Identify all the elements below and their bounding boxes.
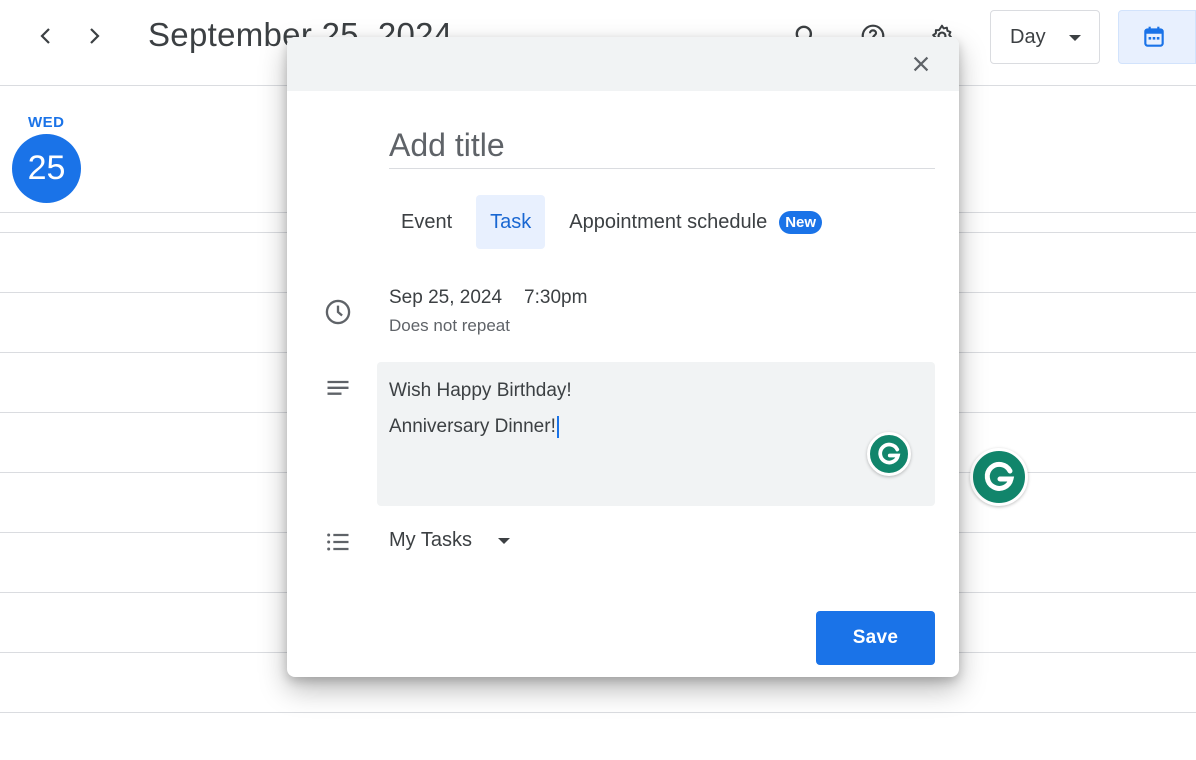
tab-appointment-schedule[interactable]: Appointment schedule New <box>555 195 836 249</box>
next-day-button[interactable] <box>74 16 114 56</box>
chevron-left-icon <box>40 28 50 44</box>
caret-down-icon <box>497 537 510 544</box>
tab-event[interactable]: Event <box>387 195 466 249</box>
description-line-with-cursor: Anniversary Dinner! <box>389 414 923 450</box>
tab-appointment-schedule-label: Appointment schedule <box>569 210 768 233</box>
dialog-drag-header[interactable] <box>287 37 959 91</box>
grammarly-icon <box>984 461 1015 491</box>
chevron-right-icon <box>90 28 100 44</box>
calendar-icon <box>1144 26 1164 47</box>
day-of-week: WED <box>28 114 65 131</box>
tab-task[interactable]: Task <box>476 195 546 249</box>
grammarly-inline-button[interactable] <box>867 432 911 476</box>
task-list-selector[interactable]: My Tasks <box>389 529 510 552</box>
text-cursor <box>556 415 559 438</box>
new-badge: New <box>779 210 823 234</box>
caret-down-icon <box>1069 35 1081 41</box>
time-value[interactable]: 7:30pm <box>524 287 587 308</box>
date-value[interactable]: Sep 25, 2024 <box>389 287 502 308</box>
hour-line <box>0 712 1196 713</box>
description-line: Anniversary Dinner! <box>389 416 556 437</box>
view-selector-label: Day <box>1010 25 1046 48</box>
previous-day-button[interactable] <box>26 16 66 56</box>
day-number-button[interactable]: 25 <box>12 134 81 203</box>
description-textarea[interactable]: Wish Happy Birthday! Anniversary Dinner! <box>377 362 935 506</box>
save-button[interactable]: Save <box>816 611 935 665</box>
close-icon <box>913 56 929 72</box>
calendar-view-toggle[interactable] <box>1118 10 1196 64</box>
grammarly-floating-button[interactable] <box>970 448 1028 506</box>
task-list-label: My Tasks <box>389 529 472 551</box>
grammarly-icon <box>878 442 901 465</box>
close-button[interactable] <box>905 48 937 80</box>
description-icon <box>323 374 353 404</box>
title-input[interactable] <box>389 117 935 169</box>
view-selector[interactable]: Day <box>990 10 1100 64</box>
item-type-tabs: Event Task Appointment schedule New <box>387 195 846 249</box>
date-time-selector[interactable]: Sep 25, 2024 7:30pm <box>389 287 609 309</box>
repeat-selector[interactable]: Does not repeat <box>389 316 510 336</box>
clock-icon <box>323 297 353 327</box>
description-line: Wish Happy Birthday! <box>389 380 572 401</box>
task-list-icon <box>323 527 353 557</box>
create-task-dialog: Event Task Appointment schedule New Sep … <box>287 37 959 677</box>
